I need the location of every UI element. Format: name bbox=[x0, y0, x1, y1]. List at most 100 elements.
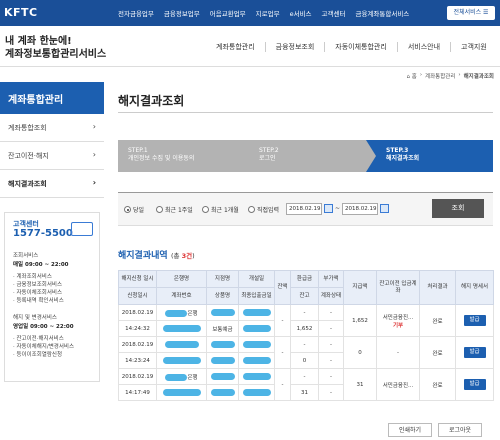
cell-time: 14:24:32 bbox=[118, 320, 157, 337]
cell-balance-value: 31 bbox=[290, 384, 319, 401]
cell-status: - bbox=[318, 384, 344, 401]
sidebar-item-label: 계좌통합조회 bbox=[8, 124, 47, 132]
date-to-input[interactable]: 2018.02.19 bbox=[342, 203, 378, 215]
cell-refund: - bbox=[290, 368, 319, 385]
radio-dot bbox=[202, 206, 209, 213]
col-subheader-refund: 잔고 bbox=[290, 287, 319, 305]
page-title: 해지결과조회 bbox=[118, 94, 185, 108]
mainnav-item[interactable]: 금융정보조회 bbox=[264, 42, 325, 52]
breadcrumb-item[interactable]: 계좌통합관리 bbox=[425, 72, 455, 80]
cell-time: 14:17:49 bbox=[118, 384, 157, 401]
col-header-cert: 해지 명세서 bbox=[455, 270, 494, 305]
logout-button[interactable]: 로그아웃 bbox=[438, 423, 482, 437]
cell-branch bbox=[206, 336, 239, 353]
all-services-button[interactable]: 전체서비스 ☰ bbox=[447, 6, 495, 20]
cell-cert: 발급 bbox=[455, 336, 494, 369]
cell-amount: 1,652 bbox=[343, 304, 377, 337]
mainnav-item[interactable]: 계좌통합관리 bbox=[206, 42, 265, 52]
cell-account bbox=[156, 384, 207, 401]
cell-opendate bbox=[238, 336, 275, 353]
cell-extra: - bbox=[318, 336, 344, 353]
topnav-item[interactable]: 전자금융업무 bbox=[118, 8, 154, 18]
chevron-right-icon: › bbox=[92, 122, 96, 131]
sidebar-item-label: 잔고이전·해지 bbox=[8, 152, 49, 160]
col-header-bank: 은행명 bbox=[156, 270, 207, 288]
sidebar-item-transfer-close[interactable]: 잔고이전·해지 › bbox=[0, 142, 104, 170]
mainnav-item[interactable]: 서비스안내 bbox=[396, 42, 450, 52]
issue-button[interactable]: 발급 bbox=[463, 315, 486, 326]
cell-result: 완료 bbox=[419, 368, 456, 401]
cc-section2-hours: 영업일 09:00 ~ 22:00 bbox=[13, 324, 74, 330]
mainnav-item[interactable]: 자동이체통합관리 bbox=[324, 42, 397, 52]
top-nav: 전자금융업무 금융정보업무 어음교환업무 지로업무 e서비스 고객센터 금융계좌… bbox=[118, 0, 419, 26]
date-from-input[interactable]: 2018.02.19 bbox=[286, 203, 322, 215]
cell-opendate bbox=[238, 304, 275, 321]
calendar-icon[interactable] bbox=[380, 204, 389, 213]
step-indicator: STEP.1 개인정보 수집 및 이용동의 STEP.2 로그인 STEP.3 해지결… bbox=[118, 140, 493, 172]
cell-dest: 서민금융진... bbox=[376, 368, 420, 401]
cell-opendate bbox=[238, 368, 275, 385]
cell-bank: 은행 bbox=[156, 368, 207, 385]
cell-date: 2018.02.19 bbox=[118, 336, 157, 353]
cc-section2-item: · 잔고이전·해지서비스 bbox=[13, 336, 64, 342]
calendar-icon[interactable] bbox=[324, 204, 333, 213]
col-subheader-date: 신청일시 bbox=[118, 287, 157, 305]
radio-dot bbox=[156, 206, 163, 213]
search-button[interactable]: 조회 bbox=[432, 199, 484, 218]
col-header-opendate: 개설일 bbox=[238, 270, 275, 288]
cell-status: - bbox=[318, 320, 344, 337]
top-bar: KFTC 전자금융업무 금융정보업무 어음교환업무 지로업무 e서비스 고객센터… bbox=[0, 0, 500, 26]
radio-today[interactable]: 당일 bbox=[124, 205, 144, 214]
brand-title[interactable]: 계좌정보통합관리서비스 bbox=[5, 45, 106, 60]
cc-section2-item: · 등이이조회열람신청 bbox=[13, 352, 63, 358]
radio-custom[interactable]: 직접입력 bbox=[248, 205, 279, 214]
cell-refund: - bbox=[290, 336, 319, 353]
sidebar-item-close-result[interactable]: 해지결과조회 › bbox=[0, 170, 104, 198]
kftc-logo[interactable]: KFTC bbox=[4, 6, 38, 19]
cc-section1-item: · 금융정보조회서비스 bbox=[13, 282, 63, 288]
topnav-item[interactable]: 어음교환업무 bbox=[210, 8, 246, 18]
step-1: STEP.1 개인정보 수집 및 이용동의 bbox=[118, 140, 241, 172]
cc-section2-title: 해지 및 변경서비스 bbox=[13, 315, 57, 321]
cell-dest: - bbox=[376, 336, 420, 369]
callcenter-box: 고객센터 1577-5500 조회서비스 매일 09:00 ~ 22:00 · … bbox=[4, 212, 100, 382]
title-divider bbox=[118, 112, 493, 113]
topnav-item[interactable]: 금융정보업무 bbox=[164, 8, 200, 18]
phone-card-icon bbox=[71, 222, 93, 236]
topnav-item[interactable]: 금융계좌통합서비스 bbox=[355, 8, 409, 18]
print-button[interactable]: 인쇄하기 bbox=[388, 423, 432, 437]
results-count: (총 3건) bbox=[171, 252, 195, 260]
cell-product: 보통예금 bbox=[206, 320, 239, 337]
col-header-dest: 잔고이전 입금계좌 bbox=[376, 270, 420, 305]
header-divider bbox=[0, 66, 500, 67]
col-subheader-extra: 계좌상태 bbox=[318, 287, 344, 305]
issue-button[interactable]: 발급 bbox=[463, 379, 486, 390]
col-header-branch: 지점명 bbox=[206, 270, 239, 288]
radio-1week[interactable]: 최근 1주일 bbox=[156, 205, 193, 214]
issue-button[interactable]: 발급 bbox=[463, 347, 486, 358]
mainnav-item[interactable]: 고객지원 bbox=[450, 42, 497, 52]
cell-status: - bbox=[318, 352, 344, 369]
topnav-item[interactable]: 지로업무 bbox=[256, 8, 280, 18]
cell-bank: 은행 bbox=[156, 304, 207, 321]
results-title: 해지결과내역 bbox=[118, 251, 168, 261]
breadcrumb-home[interactable]: ⌂ 홈 bbox=[407, 72, 417, 80]
col-header-balance: 잔액 bbox=[274, 270, 291, 305]
cell-date: 2018.02.19 bbox=[118, 368, 157, 385]
topnav-item[interactable]: e서비스 bbox=[290, 8, 312, 18]
sidebar-item-label: 해지결과조회 bbox=[8, 180, 47, 188]
topnav-item[interactable]: 고객센터 bbox=[322, 8, 346, 18]
radio-1month[interactable]: 최근 1개월 bbox=[202, 205, 239, 214]
cell-balance: - bbox=[274, 336, 291, 369]
cell-dest: 서민금융진... 기부 bbox=[376, 304, 420, 337]
cell-lastdate bbox=[238, 320, 275, 337]
cell-branch bbox=[206, 304, 239, 321]
results-table: 해지신청 일시 은행명 지점명 개설일 잔액 환급금 부가액 지급액 잔고이전 … bbox=[118, 270, 494, 401]
cell-balance: - bbox=[274, 304, 291, 337]
cell-account bbox=[156, 320, 207, 337]
cell-cert: 발급 bbox=[455, 368, 494, 401]
sidebar-item-account-view[interactable]: 계좌통합조회 › bbox=[0, 114, 104, 142]
cell-result: 완료 bbox=[419, 336, 456, 369]
cell-product bbox=[206, 352, 239, 369]
cell-date: 2018.02.19 bbox=[118, 304, 157, 321]
